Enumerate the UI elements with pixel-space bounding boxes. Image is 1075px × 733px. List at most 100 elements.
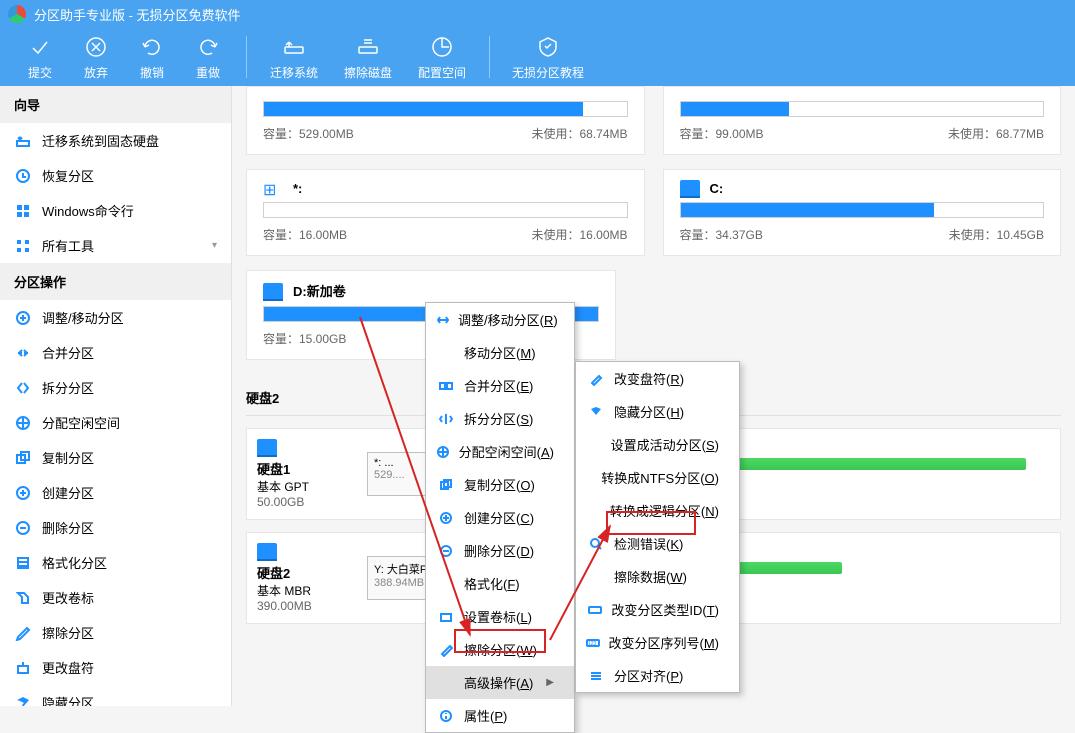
capacity-label: 容量：529.00MB	[263, 125, 354, 142]
ctx-partition-item-8[interactable]: 格式化(F)	[426, 567, 574, 600]
chevron-down-icon: ▾	[212, 240, 217, 251]
ops-icon	[14, 484, 32, 502]
sidebar-ops-header: 分区操作	[0, 263, 231, 300]
ctx-advanced-item-8[interactable]: 123 改变分区序列号(M)	[576, 626, 739, 659]
usage-bar	[680, 202, 1045, 218]
sidebar-ops-item-4[interactable]: 复制分区	[0, 440, 231, 475]
menu-item-icon	[436, 675, 456, 691]
menu-item-label: 分配空闲空间(A)	[459, 442, 554, 461]
ops-icon	[14, 694, 32, 707]
disk-title: 硬盘2	[257, 563, 367, 582]
redo-button[interactable]: 重做	[180, 34, 236, 81]
menu-item-icon: 123	[586, 635, 600, 651]
sidebar-ops-item-1[interactable]: 合并分区	[0, 335, 231, 370]
partition-card[interactable]: 容量：99.00MB 未使用：68.77MB	[663, 86, 1062, 155]
sidebar-wizard-item-1[interactable]: 恢复分区	[0, 158, 231, 193]
sidebar-item-label: 合并分区	[42, 343, 94, 362]
sidebar-item-label: 更改卷标	[42, 588, 94, 607]
sidebar-ops-item-5[interactable]: 创建分区	[0, 475, 231, 510]
ctx-partition-item-1[interactable]: 移动分区(M)	[426, 336, 574, 369]
menu-item-label: 复制分区(O)	[464, 475, 535, 494]
ctx-advanced-item-9[interactable]: 分区对齐(P)	[576, 659, 739, 692]
free-label: 未使用：16.00MB	[531, 226, 627, 243]
ctx-partition-item-10[interactable]: 擦除分区(W)	[426, 633, 574, 666]
menu-item-icon	[436, 378, 456, 394]
partition-card[interactable]: C: 容量：34.37GB未使用：10.45GB	[663, 169, 1062, 256]
sidebar-item-label: 所有工具	[42, 236, 94, 255]
ctx-advanced-item-4[interactable]: 转换成逻辑分区(N)	[576, 494, 739, 527]
menu-item-icon	[586, 536, 606, 552]
tutorial-button[interactable]: 无损分区教程	[500, 34, 596, 81]
sidebar-ops-item-7[interactable]: 格式化分区	[0, 545, 231, 580]
sidebar-ops-item-9[interactable]: 擦除分区	[0, 615, 231, 650]
sidebar-item-label: 创建分区	[42, 483, 94, 502]
menu-item-label: 高级操作(A)	[464, 673, 533, 692]
usage-bar	[680, 101, 1045, 117]
migrate-os-button[interactable]: 迁移系统	[257, 34, 331, 81]
ctx-partition-item-9[interactable]: 设置卷标(L)	[426, 600, 574, 633]
sidebar-ops-item-2[interactable]: 拆分分区	[0, 370, 231, 405]
drive-icon	[680, 180, 700, 196]
commit-button[interactable]: 提交	[12, 34, 68, 81]
ctx-advanced-item-6[interactable]: 擦除数据(W)	[576, 560, 739, 593]
disk-info-block: 硬盘1 基本 GPT 50.00GB	[257, 439, 367, 509]
disk-type: 基本 MBR	[257, 582, 367, 599]
usage-bar	[263, 202, 628, 218]
ctx-partition-item-2[interactable]: 合并分区(E)	[426, 369, 574, 402]
ctx-partition-item-11[interactable]: 高级操作(A) ▶	[426, 666, 574, 699]
sidebar-ops-item-6[interactable]: 删除分区	[0, 510, 231, 545]
sidebar-ops-item-8[interactable]: 更改卷标	[0, 580, 231, 615]
sidebar-wizard-item-2[interactable]: Windows命令行	[0, 193, 231, 228]
undo-button[interactable]: 撤销	[124, 34, 180, 81]
disk-size: 50.00GB	[257, 495, 367, 509]
disk-type: 基本 GPT	[257, 478, 367, 495]
ctx-advanced-item-0[interactable]: 改变盘符(R)	[576, 362, 739, 395]
windows-icon: ⊞	[263, 180, 283, 196]
sidebar-item-label: 分配空闲空间	[42, 413, 120, 432]
ctx-partition-item-12[interactable]: 属性(P)	[426, 699, 574, 732]
menu-item-icon	[586, 404, 606, 420]
ctx-partition-item-3[interactable]: 拆分分区(S)	[426, 402, 574, 435]
capacity-label: 容量：34.37GB	[680, 226, 763, 243]
menu-item-icon	[436, 708, 456, 724]
ctx-advanced-item-1[interactable]: 隐藏分区(H)	[576, 395, 739, 428]
ctx-partition-item-5[interactable]: 复制分区(O)	[426, 468, 574, 501]
sidebar-ops-item-3[interactable]: 分配空闲空间	[0, 405, 231, 440]
ctx-advanced-item-2[interactable]: 设置成活动分区(S)	[576, 428, 739, 461]
capacity-label: 容量：99.00MB	[680, 125, 764, 142]
ctx-advanced-item-3[interactable]: 转换成NTFS分区(O)	[576, 461, 739, 494]
wizard-icon	[14, 237, 32, 255]
sidebar-ops-item-11[interactable]: 隐藏分区	[0, 685, 231, 706]
ctx-partition-item-0[interactable]: 调整/移动分区(R)	[426, 303, 574, 336]
wipe-disk-button[interactable]: 擦除磁盘	[331, 34, 405, 81]
sidebar-wizard-item-3[interactable]: 所有工具 ▾	[0, 228, 231, 263]
menu-item-label: 设置卷标(L)	[464, 607, 532, 626]
partition-card[interactable]: ⊞*: 容量：16.00MB未使用：16.00MB	[246, 169, 645, 256]
menu-item-label: 改变分区序列号(M)	[608, 633, 719, 652]
menu-item-icon	[436, 576, 456, 592]
menu-item-label: 属性(P)	[464, 706, 507, 725]
sidebar-wizard-item-0[interactable]: 迁移系统到固态硬盘	[0, 123, 231, 158]
ops-icon	[14, 309, 32, 327]
menu-item-icon	[436, 345, 456, 361]
ctx-partition-item-4[interactable]: 分配空闲空间(A)	[426, 435, 574, 468]
free-label: 未使用：68.77MB	[948, 125, 1044, 142]
sidebar-ops-item-10[interactable]: 更改盘符	[0, 650, 231, 685]
titlebar: 分区助手专业版 - 无损分区免费软件	[0, 0, 1075, 28]
menu-item-label: 分区对齐(P)	[614, 666, 683, 685]
disk-size: 390.00MB	[257, 599, 367, 613]
context-menu-advanced: 改变盘符(R) 隐藏分区(H) 设置成活动分区(S) 转换成NTFS分区(O) …	[575, 361, 740, 693]
sidebar: 向导 迁移系统到固态硬盘恢复分区Windows命令行所有工具▾ 分区操作 调整/…	[0, 86, 232, 706]
sidebar-item-label: 调整/移动分区	[42, 308, 124, 327]
ctx-partition-item-6[interactable]: 创建分区(C)	[426, 501, 574, 534]
discard-button[interactable]: 放弃	[68, 34, 124, 81]
capacity-label: 容量：16.00MB	[263, 226, 347, 243]
sidebar-item-label: 复制分区	[42, 448, 94, 467]
ctx-advanced-item-7[interactable]: 改变分区类型ID(T)	[576, 593, 739, 626]
menu-item-label: 调整/移动分区(R)	[458, 310, 558, 329]
partition-card[interactable]: 容量：529.00MB未使用：68.74MB	[246, 86, 645, 155]
allocate-space-button[interactable]: 配置空间	[405, 34, 479, 81]
sidebar-ops-item-0[interactable]: 调整/移动分区	[0, 300, 231, 335]
ctx-partition-item-7[interactable]: 删除分区(D)	[426, 534, 574, 567]
ctx-advanced-item-5[interactable]: 检测错误(K)	[576, 527, 739, 560]
